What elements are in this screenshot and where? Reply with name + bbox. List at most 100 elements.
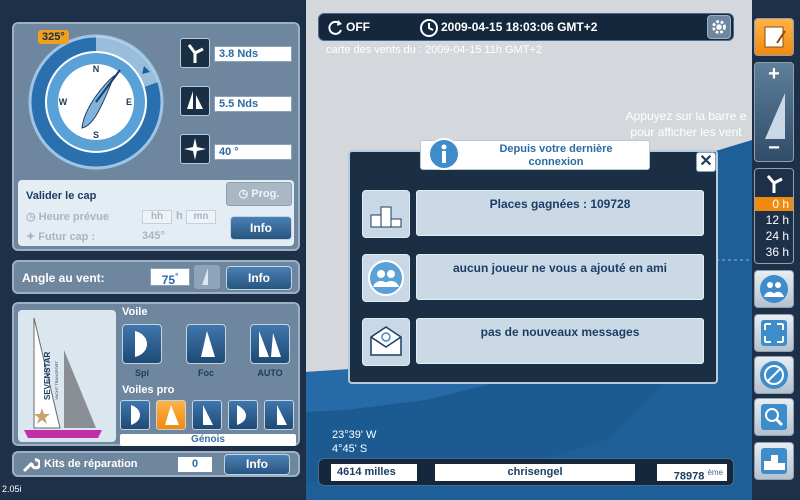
boat-speed-icon-box — [180, 86, 210, 116]
refresh-icon[interactable] — [325, 18, 345, 38]
messages-text: pas de nouveaux messages — [416, 318, 704, 364]
friends-toolbar-icon — [760, 275, 788, 303]
wind-angle-label: Angle au vent: — [22, 271, 105, 285]
search-button[interactable] — [754, 398, 794, 436]
info-icon — [428, 138, 460, 170]
friends-graphic — [368, 260, 404, 296]
zoom-out-button[interactable]: − — [755, 137, 793, 160]
map-hint-line-2: pour afficher les vent — [630, 125, 742, 139]
friends-button[interactable] — [754, 270, 794, 308]
zoom-in-button[interactable]: + — [755, 63, 793, 86]
angle-info-button[interactable]: Info — [226, 266, 292, 290]
friends-icon — [362, 254, 410, 302]
sail-section-label: Voile — [122, 306, 148, 318]
pro-sail-5[interactable] — [264, 400, 294, 430]
longitude: 23°39' W — [332, 429, 377, 441]
repair-kits-label: Kits de réparation — [44, 458, 138, 470]
future-course-text: Futur cap : — [38, 231, 96, 243]
compass-n: N — [93, 64, 100, 74]
repair-kits-count: 0 — [178, 457, 212, 472]
zoom-control[interactable]: + − — [754, 62, 794, 162]
dialog-header: Depuis votre dernière connexion — [420, 138, 650, 170]
auto-sail-label: AUTO — [257, 368, 283, 378]
future-course-label: ✦ Futur cap : — [26, 231, 96, 243]
wind-angle-field[interactable]: 75° — [150, 268, 190, 287]
close-button[interactable]: ✕ — [696, 152, 716, 172]
compass-w: W — [59, 97, 68, 107]
status-bar: OFF 2009-04-15 18:03:06 GMT+2 — [318, 13, 734, 41]
minute-field[interactable]: mn — [186, 210, 216, 224]
wind-direction-field: 40 ° — [214, 144, 292, 160]
pro-sail-3[interactable] — [192, 400, 222, 430]
foc-label: Foc — [197, 368, 214, 378]
right-toolbar: + − 0 h 12 h 24 h 36 h — [752, 0, 800, 500]
ranking: 78978 ème — [657, 464, 727, 483]
wind-speed-icon-box — [180, 38, 210, 68]
rank-value: 78978 — [673, 470, 705, 483]
wind-direction-icon-box — [180, 134, 210, 164]
angle-sail-toggle[interactable] — [194, 265, 220, 289]
disable-sound-button[interactable] — [754, 356, 794, 394]
forecast-time-selector: 0 h 12 h 24 h 36 h — [754, 168, 794, 264]
navigation-panel: 325° N E S W 3.8 Nds 5.5 Nds 40 ° Valide… — [12, 22, 300, 251]
genois-sail-icon — [165, 405, 179, 425]
future-course-value: 345° — [142, 230, 165, 242]
foc-button[interactable] — [186, 324, 226, 364]
hour-field[interactable]: hh — [142, 210, 172, 224]
wind-speed-field: 3.8 Nds — [214, 46, 292, 62]
pro-sail-5-icon — [277, 405, 287, 425]
wind-turbine-icon — [187, 44, 204, 63]
sail-icon — [202, 268, 208, 285]
pro-sail-4[interactable] — [228, 400, 258, 430]
pro-sail-1[interactable] — [120, 400, 150, 430]
version-label: 2.05i — [2, 484, 22, 494]
boat-preview: SEVENSTAR YACHT TRANSPORT — [18, 310, 116, 442]
zoom-scale-icon — [765, 93, 785, 139]
wind-rose-icon — [184, 138, 206, 160]
dialog-title-line-2: connexion — [528, 156, 584, 168]
ranking-button[interactable] — [754, 442, 794, 480]
friends-row: aucun joueur ne vous a ajouté en ami — [362, 254, 706, 302]
forecast-0h[interactable]: 0 h — [755, 197, 793, 211]
mail-icon — [362, 318, 410, 366]
forecast-24h[interactable]: 24 h — [755, 229, 793, 243]
compass-dial[interactable]: N E S W — [26, 32, 166, 172]
forecast-36h[interactable]: 36 h — [755, 245, 793, 259]
wind-angle-panel: Angle au vent: 75° Info — [12, 260, 300, 294]
boat-illustration: SEVENSTAR YACHT TRANSPORT — [24, 317, 102, 438]
pro-sail-3-icon — [203, 405, 213, 425]
compass-e: E — [126, 97, 132, 107]
fullscreen-button[interactable] — [754, 314, 794, 352]
distance-remaining: 4614 milles — [331, 464, 417, 481]
compass-s: S — [93, 130, 99, 140]
gear-icon — [712, 20, 726, 34]
foc-sail-icon — [201, 331, 215, 357]
notes-button[interactable] — [754, 18, 794, 56]
wind-map-date: carte des vents du : 2009-04-15 11h GMT+… — [326, 44, 542, 56]
spi-button[interactable] — [122, 324, 162, 364]
course-validation-box: Valider le cap ◷ Prog. ◷ Heure prévue hh… — [18, 180, 294, 246]
program-label: Prog. — [251, 188, 280, 200]
podium-toolbar-icon — [761, 448, 787, 474]
wind-angle-value: 75 — [161, 273, 176, 287]
forecast-12h[interactable]: 12 h — [755, 213, 793, 227]
latitude: 4°45' S — [332, 443, 368, 455]
pro-sail-genois[interactable] — [156, 400, 186, 430]
validate-course-title[interactable]: Valider le cap — [26, 190, 96, 202]
places-gained-row: Places gagnées : 109728 — [362, 190, 706, 238]
course-info-button[interactable]: Info — [230, 216, 292, 240]
auto-sail-button[interactable] — [250, 324, 290, 364]
settings-button[interactable] — [707, 15, 731, 39]
program-button[interactable]: ◷ Prog. — [226, 182, 292, 206]
wind-forecast-icon — [766, 175, 783, 193]
repair-kits-panel: Kits de réparation 0 Info — [12, 451, 300, 477]
auto-refresh-status[interactable]: OFF — [346, 20, 370, 34]
spi-label: Spi — [134, 368, 149, 378]
auto-sail-icon — [259, 331, 281, 357]
since-last-login-dialog: Depuis votre dernière connexion ✕ Places… — [348, 138, 718, 384]
hour-suffix: h — [176, 210, 183, 222]
kits-info-button[interactable]: Info — [224, 454, 290, 475]
pro-sail-1-icon — [131, 405, 140, 425]
pro-sails-label: Voiles pro — [122, 384, 175, 396]
heading-badge: 325° — [38, 30, 69, 44]
